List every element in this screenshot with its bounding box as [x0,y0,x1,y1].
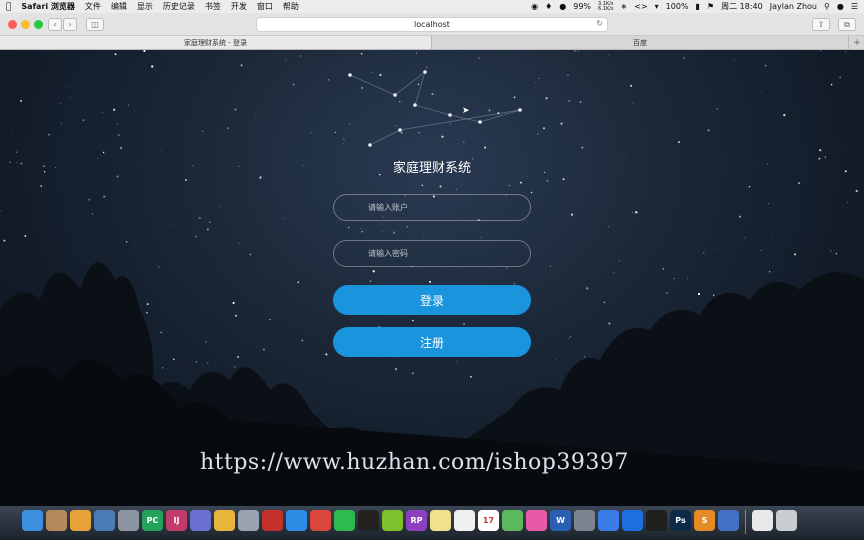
user-name[interactable]: Jaylan Zhou [770,2,817,11]
photos-icon[interactable] [70,510,91,531]
trash-icon[interactable] [776,510,797,531]
network-speed: 3.1K/s 6.1K/s [598,1,614,12]
menu-history[interactable]: 历史记录 [163,1,195,12]
safari-icon[interactable] [286,510,307,531]
new-tab-icon[interactable]: + [850,36,864,49]
notes-icon[interactable] [46,510,67,531]
itunes-icon[interactable] [526,510,547,531]
address-bar[interactable]: localhost ↻ [256,17,608,32]
wechat-status-icon[interactable]: ● [559,2,566,11]
close-window-icon[interactable] [8,20,17,29]
tab-baidu-label: 百度 [633,38,647,47]
bluetooth-icon[interactable]: ∗ [621,2,628,11]
search-icon[interactable]: ⚲ [824,2,830,11]
photoshop-icon[interactable]: Ps [670,510,691,531]
menu-bar:  Safari 浏览器 文件 编辑 显示 历史记录 书签 开发 窗口 帮助 ◉… [0,0,864,13]
watermark-text: https://www.huzhan.com/ishop39397 [200,450,629,475]
menu-help[interactable]: 帮助 [283,1,299,12]
clock[interactable]: 周二 18:40 [721,1,763,12]
sticky-icon[interactable] [454,510,475,531]
tab-login[interactable]: 家庭理财系统 - 登录 [0,36,432,49]
menu-bookmarks[interactable]: 书签 [205,1,221,12]
calendar-icon[interactable]: 17 [478,510,499,531]
mouse-cursor-icon: ➤ [462,106,470,116]
notepad-icon[interactable] [430,510,451,531]
tab-bar: 家庭理财系统 - 登录 百度 + [0,36,864,50]
browser-icon[interactable] [718,510,739,531]
login-button[interactable]: 登录 [333,285,531,315]
dock-icons: PC IJ RP 17 W Ps S [22,510,797,534]
clipper-icon[interactable] [310,510,331,531]
account-input[interactable] [333,194,531,221]
reload-icon[interactable]: ↻ [596,19,603,28]
status-area: ◉ ♦ ● 99% 3.1K/s 6.1K/s ∗ <> ▾ 100% ▮ ⚑ … [531,1,858,12]
tab-login-label: 家庭理财系统 - 登录 [184,38,247,47]
share-button[interactable]: ⇧ [812,18,830,31]
record-icon[interactable]: ◉ [531,2,538,11]
sublime-icon[interactable]: S [694,510,715,531]
wifi-icon[interactable]: ▾ [655,2,659,11]
battery-icon[interactable]: ▮ [696,2,700,11]
page-content: ➤ 家庭理财系统 登录 注册 https://www.huzhan.com/is… [0,50,864,506]
forward-button[interactable]: › [63,18,77,31]
apple-menu-icon[interactable]:  [6,2,11,12]
tab-baidu[interactable]: 百度 [432,36,849,49]
browser-toolbar: ‹ › ◫ localhost ↻ ⇧ ⧉ [0,13,864,36]
sidebar-toggle-button[interactable]: ◫ [86,18,104,31]
document-icon[interactable] [752,510,773,531]
battery-percent: 99% [573,2,592,11]
notification-center-icon[interactable]: ☰ [851,2,858,11]
baidu-netdisk-icon[interactable] [598,510,619,531]
preview-icon[interactable] [94,510,115,531]
pycharm-icon[interactable]: PC [142,510,163,531]
word-icon[interactable]: W [550,510,571,531]
login-title: 家庭理财系统 [392,161,471,176]
axure-icon[interactable]: RP [406,510,427,531]
battery-charge: 100% [665,2,689,11]
back-button[interactable]: ‹ [48,18,62,31]
launchpad-icon[interactable] [118,510,139,531]
password-input[interactable] [333,240,531,267]
minimize-window-icon[interactable] [21,20,30,29]
music-player-icon[interactable] [382,510,403,531]
tree-silhouette [0,262,864,506]
system-preferences-icon[interactable] [574,510,595,531]
intellij-icon[interactable]: IJ [166,510,187,531]
tabs-overview-button[interactable]: ⧉ [838,18,856,31]
wechat-icon[interactable] [334,510,355,531]
teamviewer-icon[interactable] [622,510,643,531]
url-text: localhost [414,20,450,29]
menu-app-name[interactable]: Safari 浏览器 [21,1,75,12]
redis-icon[interactable] [262,510,283,531]
menu-window[interactable]: 窗口 [257,1,273,12]
menu-develop[interactable]: 开发 [231,1,247,12]
flag-icon[interactable]: ⚑ [707,2,714,11]
maps-icon[interactable] [502,510,523,531]
code-icon[interactable]: <> [634,2,647,11]
siri-icon[interactable]: ● [837,2,844,11]
menu-edit[interactable]: 编辑 [111,1,127,12]
qq2-icon[interactable] [646,510,667,531]
sequel-icon[interactable] [214,510,235,531]
finder-icon[interactable] [22,510,43,531]
net-down: 6.1K/s [598,5,614,12]
zoom-window-icon[interactable] [34,20,43,29]
database-icon[interactable] [190,510,211,531]
qq-icon[interactable] [358,510,379,531]
bell-icon[interactable]: ♦ [545,2,552,11]
dock-separator [745,510,746,534]
menu-view[interactable]: 显示 [137,1,153,12]
utility-icon[interactable] [238,510,259,531]
dock: PC IJ RP 17 W Ps S [0,506,864,540]
register-button[interactable]: 注册 [333,327,531,357]
menu-file[interactable]: 文件 [85,1,101,12]
